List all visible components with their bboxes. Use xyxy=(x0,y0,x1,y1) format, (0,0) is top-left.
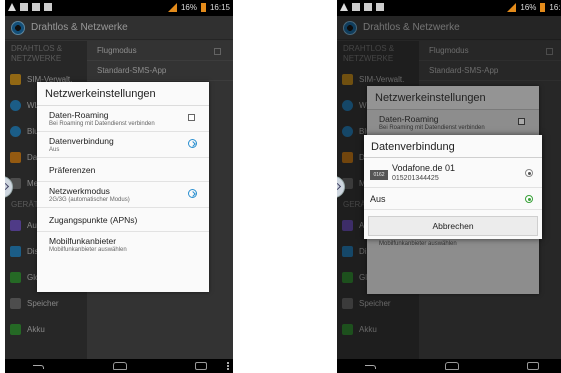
notification-icon xyxy=(352,3,360,11)
preferences-item[interactable]: Präferenzen xyxy=(37,158,209,182)
item-subtitle: Mobilfunkanbieter auswählen xyxy=(379,241,457,247)
item-title: Daten-Roaming xyxy=(49,110,109,120)
clock: 16:1 xyxy=(549,3,561,12)
off-option-row[interactable]: Aus xyxy=(364,188,542,210)
item-title: Netzwerkmodus xyxy=(49,186,110,196)
phone-screen-right: 16% 16:1 Drahtlos & Netzwerke DRAHTLOS &… xyxy=(337,0,561,373)
clock: 16:15 xyxy=(209,3,230,12)
data-roaming-checkbox xyxy=(518,118,525,125)
phone-screen-left: 16% 16:15 Drahtlos & Netzwerke DRAHTLOS … xyxy=(5,0,233,373)
battery-icon xyxy=(200,3,206,12)
item-title: Zugangspunkte (APNs) xyxy=(49,215,138,225)
home-icon[interactable] xyxy=(445,362,459,370)
item-title: Präferenzen xyxy=(49,165,96,175)
navigation-bar xyxy=(337,359,561,373)
warning-icon xyxy=(340,3,348,11)
battery-percent: 16% xyxy=(180,3,197,12)
home-icon[interactable] xyxy=(113,362,127,370)
signal-icon xyxy=(507,3,517,12)
navigation-bar xyxy=(5,359,233,373)
off-label: Aus xyxy=(370,194,386,204)
usb-icon xyxy=(364,3,372,11)
item-subtitle: Bei Roaming mit Datendienst verbinden xyxy=(379,125,485,131)
chevron-right-icon xyxy=(188,139,197,148)
item-title: Datenverbindung xyxy=(49,136,114,146)
status-bar: 16% 16:1 xyxy=(337,0,561,16)
back-icon[interactable] xyxy=(33,362,45,370)
cancel-button[interactable]: Abbrechen xyxy=(368,216,538,236)
item-title: Daten-Roaming xyxy=(379,114,439,124)
status-bar: 16% 16:15 xyxy=(5,0,233,16)
carrier-number: 015201344425 xyxy=(392,175,439,182)
recent-apps-icon[interactable] xyxy=(527,362,539,370)
recent-apps-icon[interactable] xyxy=(195,362,207,370)
menu-icon[interactable] xyxy=(227,362,229,370)
data-roaming-item: Daten-Roaming Bei Roaming mit Datendiens… xyxy=(367,110,539,136)
dialog-title: Datenverbindung xyxy=(364,135,542,158)
sim-card-icon: 0162 xyxy=(370,170,388,180)
item-subtitle: Mobilfunkanbieter auswählen xyxy=(49,247,127,253)
carrier-item[interactable]: Mobilfunkanbieter Mobilfunkanbieter ausw… xyxy=(37,232,209,257)
notification-icon xyxy=(20,3,28,11)
apn-item[interactable]: Zugangspunkte (APNs) xyxy=(37,208,209,232)
item-subtitle: 2G/3G (automatischer Modus) xyxy=(49,197,130,203)
data-connection-item[interactable]: Datenverbindung Aus xyxy=(37,132,209,158)
item-title: Mobilfunkanbieter xyxy=(49,236,117,246)
signal-icon xyxy=(167,3,177,12)
network-mode-item[interactable]: Netzwerkmodus 2G/3G (automatischer Modus… xyxy=(37,182,209,208)
chevron-right-icon xyxy=(188,189,197,198)
data-connection-dialog: Datenverbindung 0162 Vodafone.de 01 0152… xyxy=(364,135,542,239)
sd-icon xyxy=(376,3,384,11)
sd-icon xyxy=(44,3,52,11)
item-subtitle: Bei Roaming mit Datendienst verbinden xyxy=(49,121,155,127)
network-settings-dialog: Netzwerkeinstellungen Daten-Roaming Bei … xyxy=(37,82,209,292)
battery-icon xyxy=(540,3,546,12)
back-icon[interactable] xyxy=(365,362,377,370)
sim-option-row[interactable]: 0162 Vodafone.de 01 015201344425 xyxy=(364,158,542,188)
data-roaming-item[interactable]: Daten-Roaming Bei Roaming mit Datendiens… xyxy=(37,106,209,132)
data-roaming-checkbox[interactable] xyxy=(188,114,195,121)
dialog-title: Netzwerkeinstellungen xyxy=(367,86,539,110)
sim-radio[interactable] xyxy=(525,169,533,177)
warning-icon xyxy=(8,3,16,11)
dialog-title: Netzwerkeinstellungen xyxy=(37,82,209,106)
carrier-name: Vodafone.de 01 xyxy=(392,163,456,173)
usb-icon xyxy=(32,3,40,11)
battery-percent: 16% xyxy=(520,3,537,12)
item-subtitle: Aus xyxy=(49,147,60,153)
off-radio[interactable] xyxy=(525,195,533,203)
